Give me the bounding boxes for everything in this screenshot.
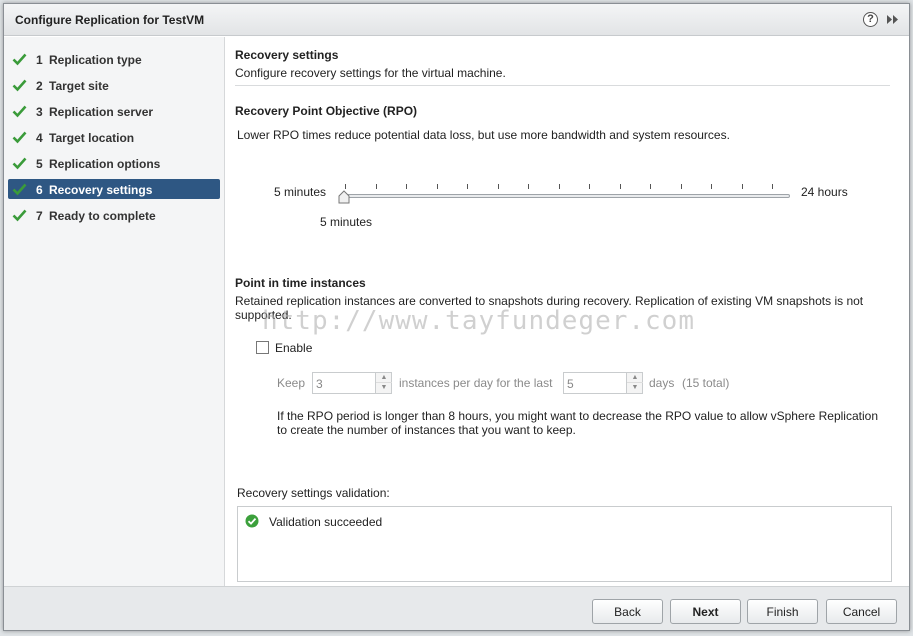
slider-tick bbox=[742, 184, 743, 189]
slider-tick bbox=[406, 184, 407, 189]
step-number: 4 bbox=[36, 131, 43, 145]
slider-tick bbox=[650, 184, 651, 189]
step-label: Ready to complete bbox=[49, 209, 156, 223]
step-ready-to-complete[interactable]: 7 Ready to complete bbox=[8, 205, 220, 225]
check-icon bbox=[12, 79, 27, 92]
page-subtitle: Configure recovery settings for the virt… bbox=[235, 66, 506, 80]
slider-tick bbox=[620, 184, 621, 189]
enable-checkbox[interactable] bbox=[256, 341, 269, 354]
check-icon bbox=[12, 157, 27, 170]
page-title: Recovery settings bbox=[235, 48, 339, 62]
configure-replication-dialog: Configure Replication for TestVM ? 1 Rep… bbox=[3, 3, 910, 631]
validation-heading: Recovery settings validation: bbox=[237, 486, 390, 500]
step-label: Target location bbox=[49, 131, 135, 145]
step-replication-options[interactable]: 5 Replication options bbox=[8, 153, 220, 173]
rpo-slider-track[interactable] bbox=[341, 194, 790, 198]
pit-heading: Point in time instances bbox=[235, 276, 366, 290]
check-icon bbox=[12, 53, 27, 66]
step-number: 1 bbox=[36, 53, 43, 67]
rpo-description: Lower RPO times reduce potential data lo… bbox=[237, 128, 730, 142]
step-target-site[interactable]: 2 Target site bbox=[8, 75, 220, 95]
instances-spinner[interactable]: 3 ▲ ▼ bbox=[312, 372, 392, 394]
step-label: Replication server bbox=[49, 105, 154, 119]
slider-tick bbox=[559, 184, 560, 189]
dialog-titlebar: Configure Replication for TestVM ? bbox=[4, 4, 909, 36]
watermark-text: http://www.tayfundeger.com bbox=[262, 306, 695, 336]
wizard-steps-sidebar: 1 Replication type 2 Target site 3 Repli… bbox=[4, 37, 225, 586]
slider-tick bbox=[772, 184, 773, 189]
slider-tick bbox=[589, 184, 590, 189]
step-label: Replication options bbox=[49, 157, 161, 171]
step-label: Replication type bbox=[49, 53, 142, 67]
cancel-button[interactable]: Cancel bbox=[826, 599, 897, 624]
rpo-max-label: 24 hours bbox=[801, 185, 848, 199]
slider-tick bbox=[467, 184, 468, 189]
rpo-note-line2: to create the number of instances that y… bbox=[277, 423, 576, 437]
dialog-footer: Back Next Finish Cancel bbox=[4, 586, 909, 630]
success-check-icon bbox=[245, 514, 259, 528]
step-number: 3 bbox=[36, 105, 43, 119]
validation-box: Validation succeeded bbox=[237, 506, 892, 582]
enable-label: Enable bbox=[275, 341, 313, 355]
finish-button[interactable]: Finish bbox=[747, 599, 818, 624]
keep-label: Keep bbox=[277, 376, 306, 390]
check-icon bbox=[12, 131, 27, 144]
slider-tick bbox=[681, 184, 682, 189]
rpo-heading: Recovery Point Objective (RPO) bbox=[235, 104, 418, 118]
recovery-settings-panel: Recovery settings Configure recovery set… bbox=[226, 37, 909, 586]
step-number: 6 bbox=[36, 183, 43, 197]
step-target-location[interactable]: 4 Target location bbox=[8, 127, 220, 147]
instances-value: 3 bbox=[316, 377, 323, 391]
spinner-down-icon[interactable]: ▼ bbox=[376, 383, 392, 393]
slider-tick bbox=[376, 184, 377, 189]
days-label: days bbox=[649, 376, 675, 390]
step-recovery-settings[interactable]: 6 Recovery settings bbox=[8, 179, 220, 199]
days-spinner[interactable]: 5 ▲ ▼ bbox=[563, 372, 643, 394]
step-replication-type[interactable]: 1 Replication type bbox=[8, 49, 220, 69]
next-button[interactable]: Next bbox=[670, 599, 741, 624]
rpo-slider-thumb[interactable] bbox=[338, 190, 350, 204]
slider-tick bbox=[711, 184, 712, 189]
spinner-down-icon[interactable]: ▼ bbox=[627, 383, 643, 393]
step-replication-server[interactable]: 3 Replication server bbox=[8, 101, 220, 121]
instances-per-day-label: instances per day for the last bbox=[399, 376, 553, 390]
slider-tick bbox=[528, 184, 529, 189]
step-label: Recovery settings bbox=[49, 183, 153, 197]
header-divider bbox=[235, 85, 890, 86]
check-icon bbox=[12, 209, 27, 222]
validation-message: Validation succeeded bbox=[269, 515, 383, 529]
slider-tick bbox=[345, 184, 346, 189]
check-icon bbox=[12, 183, 27, 196]
step-number: 2 bbox=[36, 79, 43, 93]
step-label: Target site bbox=[49, 79, 109, 93]
help-icon[interactable]: ? bbox=[863, 12, 878, 27]
step-number: 5 bbox=[36, 157, 43, 171]
slider-tick bbox=[498, 184, 499, 189]
spinner-up-icon[interactable]: ▲ bbox=[376, 373, 392, 383]
slider-tick bbox=[437, 184, 438, 189]
back-button[interactable]: Back bbox=[592, 599, 663, 624]
rpo-current-value: 5 minutes bbox=[320, 215, 373, 229]
rpo-min-label: 5 minutes bbox=[274, 185, 327, 199]
check-icon bbox=[12, 105, 27, 118]
spinner-up-icon[interactable]: ▲ bbox=[627, 373, 643, 383]
rpo-note-line1: If the RPO period is longer than 8 hours… bbox=[277, 409, 878, 423]
step-number: 7 bbox=[36, 209, 43, 223]
total-label: (15 total) bbox=[682, 376, 730, 390]
dialog-title: Configure Replication for TestVM bbox=[15, 13, 205, 27]
expand-icon[interactable] bbox=[885, 12, 901, 27]
days-value: 5 bbox=[567, 377, 574, 391]
